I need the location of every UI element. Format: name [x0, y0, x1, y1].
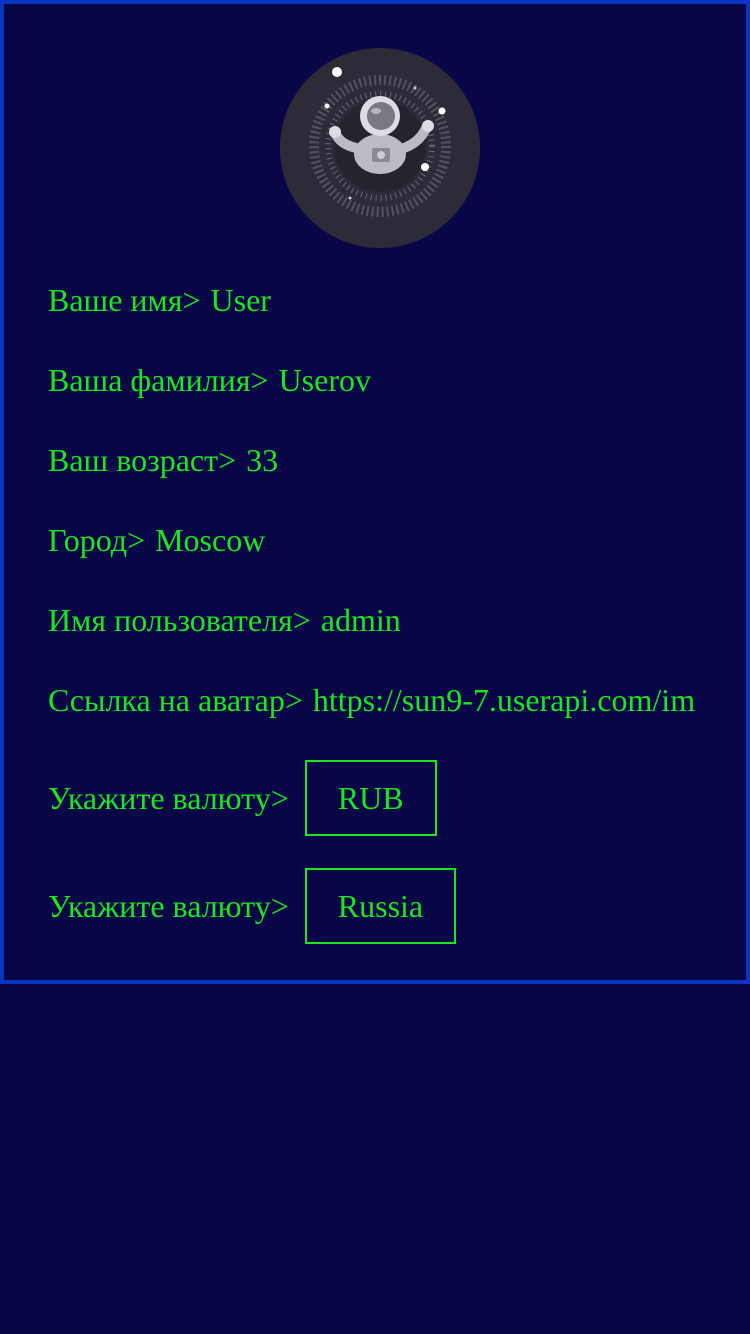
field-last-name: Ваша фамилия> Userov [48, 360, 371, 400]
field-value: User [210, 282, 271, 318]
field-label: Ваше имя> [48, 282, 201, 318]
field-value: admin [320, 602, 401, 638]
country-select[interactable]: Russia [304, 868, 457, 944]
field-username: Имя пользователя> admin [48, 600, 401, 640]
field-label: Ваш возраст> [48, 442, 237, 478]
field-value: Moscow [155, 522, 266, 558]
field-first-name: Ваше имя> User [48, 280, 271, 320]
field-value: Userov [278, 362, 371, 398]
avatar [280, 48, 480, 248]
astronaut-icon [309, 67, 451, 217]
field-age: Ваш возраст> 33 [48, 440, 278, 480]
field-label: Ссылка на аватар> [48, 682, 303, 718]
field-label: Имя пользователя> [48, 602, 311, 638]
field-label: Ваша фамилия> [48, 362, 269, 398]
field-city: Город> Moscow [48, 520, 265, 560]
profile-card: Ваше имя> User Ваша фамилия> Userov Ваш во… [0, 0, 750, 984]
country-label: Укажите валюту> [48, 887, 289, 924]
field-value: 33 [246, 442, 279, 478]
country-row: Укажите валюту> Russia [48, 868, 457, 944]
field-label: Город> [48, 522, 146, 558]
currency-select[interactable]: RUB [304, 760, 437, 836]
field-value: https://sun9-7.userapi.com/im [312, 682, 696, 718]
field-avatar-link: Ссылка на аватар> https://sun9-7.userapi.… [48, 680, 695, 720]
currency-label: Укажите валюту> [48, 779, 289, 816]
currency-row: Укажите валюту> RUB [48, 760, 437, 836]
